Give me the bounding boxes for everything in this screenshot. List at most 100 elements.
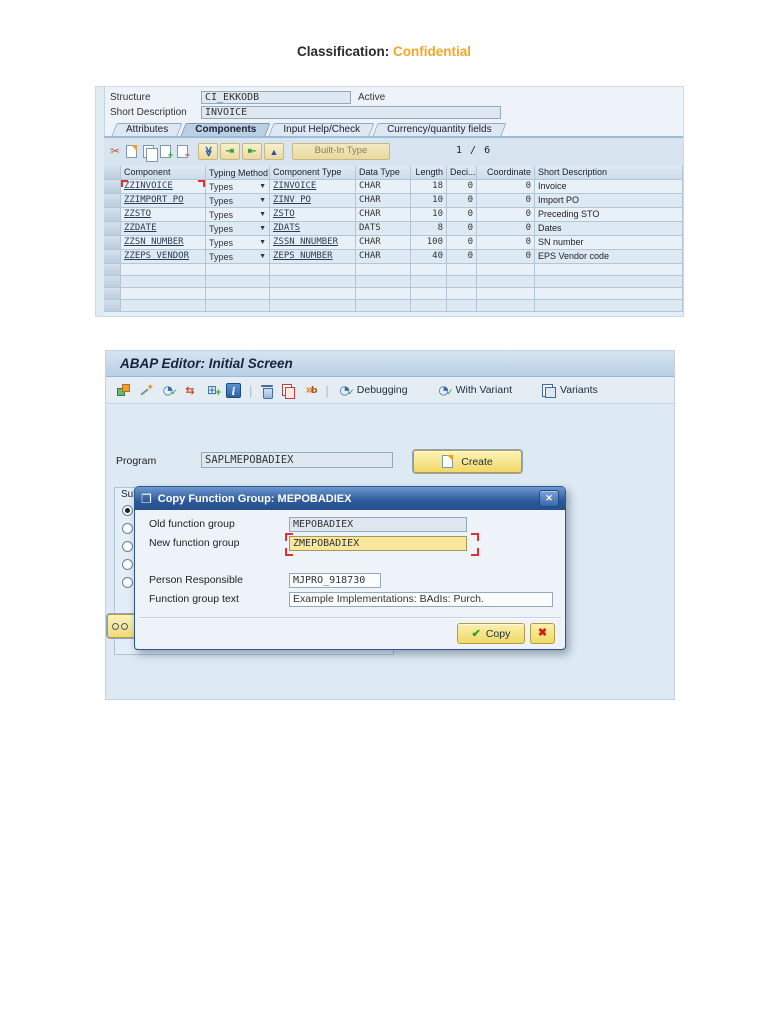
header-decimals[interactable]: Deci... <box>447 166 477 180</box>
subobject-radio-4[interactable] <box>122 559 133 570</box>
dropdown-icon[interactable]: ▼ <box>259 239 266 246</box>
other-object-icon[interactable] <box>116 383 132 398</box>
cell-ctype[interactable]: ZSSN_NNUMBER <box>270 236 356 250</box>
table-row[interactable]: ZZEPS_VENDOR Types ▼ ZEPS_NUMBER CHAR 40 0 0 EPS… <box>104 250 683 264</box>
structure-input[interactable]: CI_EKKODB <box>201 91 351 104</box>
variants-button[interactable]: Variants <box>540 383 598 398</box>
header-short-description[interactable]: Short Description <box>535 166 683 180</box>
delete-trash-icon[interactable] <box>260 383 275 399</box>
components-table-body: ZZINVOICE Types ▼ ZINVOICE CHAR 18 0 0 Invoice ZZ… <box>104 180 683 312</box>
dropdown-icon[interactable]: ▼ <box>259 211 266 218</box>
cell-typ[interactable]: Types ▼ <box>206 194 270 208</box>
empty-table-row[interactable] <box>104 288 683 300</box>
cell-typ[interactable]: Types ▼ <box>206 180 270 194</box>
document-page: Classification: Confidential Structure C… <box>0 0 768 1024</box>
row-selector[interactable] <box>104 264 121 276</box>
row-selector[interactable] <box>104 300 121 312</box>
enhancement-icon[interactable] <box>204 383 222 401</box>
cell-comp[interactable]: ZZIMPORT_PO <box>121 194 206 208</box>
debugging-button[interactable]: Debugging <box>337 383 407 401</box>
table-row[interactable]: ZZIMPORT_PO Types ▼ ZINV_PO CHAR 10 0 0 Import P… <box>104 194 683 208</box>
structure-editor-screenshot: Structure CI_EKKODB Active Short Descrip… <box>95 86 684 317</box>
header-component-type[interactable]: Component Type <box>270 166 356 180</box>
table-row[interactable]: ZZSTO Types ▼ ZSTO CHAR 10 0 0 Preceding STO <box>104 208 683 222</box>
header-coordinate[interactable]: Coordinate <box>477 166 535 180</box>
info-icon[interactable] <box>226 382 241 398</box>
move-down-icon[interactable]: ≫ <box>198 143 218 160</box>
cell-comp[interactable]: ZZDATE <box>121 222 206 236</box>
table-row[interactable]: ZZINVOICE Types ▼ ZINVOICE CHAR 18 0 0 Invoice <box>104 180 683 194</box>
cell-ctype[interactable]: ZSTO <box>270 208 356 222</box>
cell-typ[interactable]: Types ▼ <box>206 250 270 264</box>
subobject-radio-3[interactable] <box>122 541 133 552</box>
check-icon: ✔ <box>471 628 481 640</box>
row-selector[interactable] <box>104 288 121 300</box>
tab-attributes[interactable]: Attributes <box>114 123 180 136</box>
dropdown-icon[interactable]: ▼ <box>259 225 266 232</box>
display-button[interactable] <box>107 614 136 638</box>
dialog-titlebar[interactable]: ❐ Copy Function Group: MEPOBADIEX ✕ <box>135 487 565 510</box>
header-component[interactable]: Component <box>121 166 206 180</box>
row-selector[interactable] <box>104 194 121 208</box>
close-icon[interactable]: ✕ <box>539 490 559 507</box>
move-up-icon[interactable]: ▲ <box>264 143 284 160</box>
built-in-type-button[interactable]: Built-In Type <box>292 143 390 160</box>
row-selector[interactable] <box>104 180 121 194</box>
append-entry-icon[interactable]: ⇤ <box>242 143 262 160</box>
execute-icon[interactable] <box>160 383 178 401</box>
header-data-type[interactable]: Data Type <box>356 166 411 180</box>
dropdown-icon[interactable]: ▼ <box>259 183 266 190</box>
cell-typ[interactable]: Types ▼ <box>206 222 270 236</box>
program-input[interactable]: SAPLMEPOBADIEX <box>201 452 393 468</box>
row-selector[interactable] <box>104 276 121 288</box>
with-variant-button[interactable]: With Variant <box>436 383 512 401</box>
cell-ctype[interactable]: ZINV_PO <box>270 194 356 208</box>
cell-comp[interactable]: ZZEPS_VENDOR <box>121 250 206 264</box>
function-group-text-input[interactable]: Example Implementations: BAdIs: Purch. <box>289 592 553 607</box>
dropdown-icon[interactable]: ▼ <box>259 253 266 260</box>
cut-icon[interactable] <box>108 144 122 159</box>
cell-typ[interactable]: Types ▼ <box>206 236 270 250</box>
row-selector[interactable] <box>104 236 121 250</box>
tab-input-help-check[interactable]: Input Help/Check <box>271 123 372 136</box>
row-selector[interactable] <box>104 250 121 264</box>
cell-ctype[interactable]: ZEPS_NUMBER <box>270 250 356 264</box>
cell-typ[interactable]: Types ▼ <box>206 208 270 222</box>
cell-ctype[interactable]: ZDATS <box>270 222 356 236</box>
insert-entry-icon[interactable]: ⇥ <box>220 143 240 160</box>
subobject-radio-2[interactable] <box>122 523 133 534</box>
subobject-radio-5[interactable] <box>122 577 133 588</box>
cell-comp[interactable]: ZZINVOICE <box>121 180 206 194</box>
dropdown-icon[interactable]: ▼ <box>259 197 266 204</box>
tab-components[interactable]: Components <box>183 123 268 136</box>
copy-object-icon[interactable] <box>281 383 296 399</box>
new-function-group-input[interactable]: ZMEPOBADIEX <box>289 536 467 551</box>
cell-comp[interactable]: ZZSTO <box>121 208 206 222</box>
person-responsible-input[interactable]: MJPRO_918730 <box>289 573 381 588</box>
tab-currency-quantity-fields[interactable]: Currency/quantity fields <box>375 123 504 136</box>
short-description-input[interactable]: INVOICE <box>201 106 501 119</box>
cell-ctype[interactable]: ZINVOICE <box>270 180 356 194</box>
table-row[interactable]: ZZSN_NUMBER Types ▼ ZSSN_NNUMBER CHAR 100 0 0 SN… <box>104 236 683 250</box>
subobject-radio-1[interactable] <box>122 505 133 516</box>
transport-icon[interactable] <box>182 383 198 398</box>
cell-dtype: CHAR <box>356 208 411 222</box>
pattern-wand-icon[interactable] <box>138 381 154 398</box>
empty-table-row[interactable] <box>104 276 683 288</box>
copy-entry-icon[interactable] <box>126 145 137 158</box>
empty-table-row[interactable] <box>104 264 683 276</box>
row-selector[interactable] <box>104 208 121 222</box>
empty-table-row[interactable] <box>104 300 683 312</box>
insert-row-icon[interactable]: + <box>160 145 173 160</box>
delete-row-icon[interactable]: − <box>177 145 190 160</box>
copy-pages-icon[interactable] <box>143 145 158 162</box>
table-row[interactable]: ZZDATE Types ▼ ZDATS DATS 8 0 0 Dates <box>104 222 683 236</box>
create-button[interactable]: Create <box>413 450 522 473</box>
header-length[interactable]: Length <box>411 166 447 180</box>
copy-confirm-button[interactable]: ✔ Copy <box>457 623 525 644</box>
row-selector[interactable] <box>104 222 121 236</box>
header-typing-method[interactable]: Typing Method <box>206 166 270 180</box>
rename-icon[interactable] <box>301 383 317 399</box>
cancel-button[interactable]: ✖ <box>530 623 555 644</box>
cell-comp[interactable]: ZZSN_NUMBER <box>121 236 206 250</box>
